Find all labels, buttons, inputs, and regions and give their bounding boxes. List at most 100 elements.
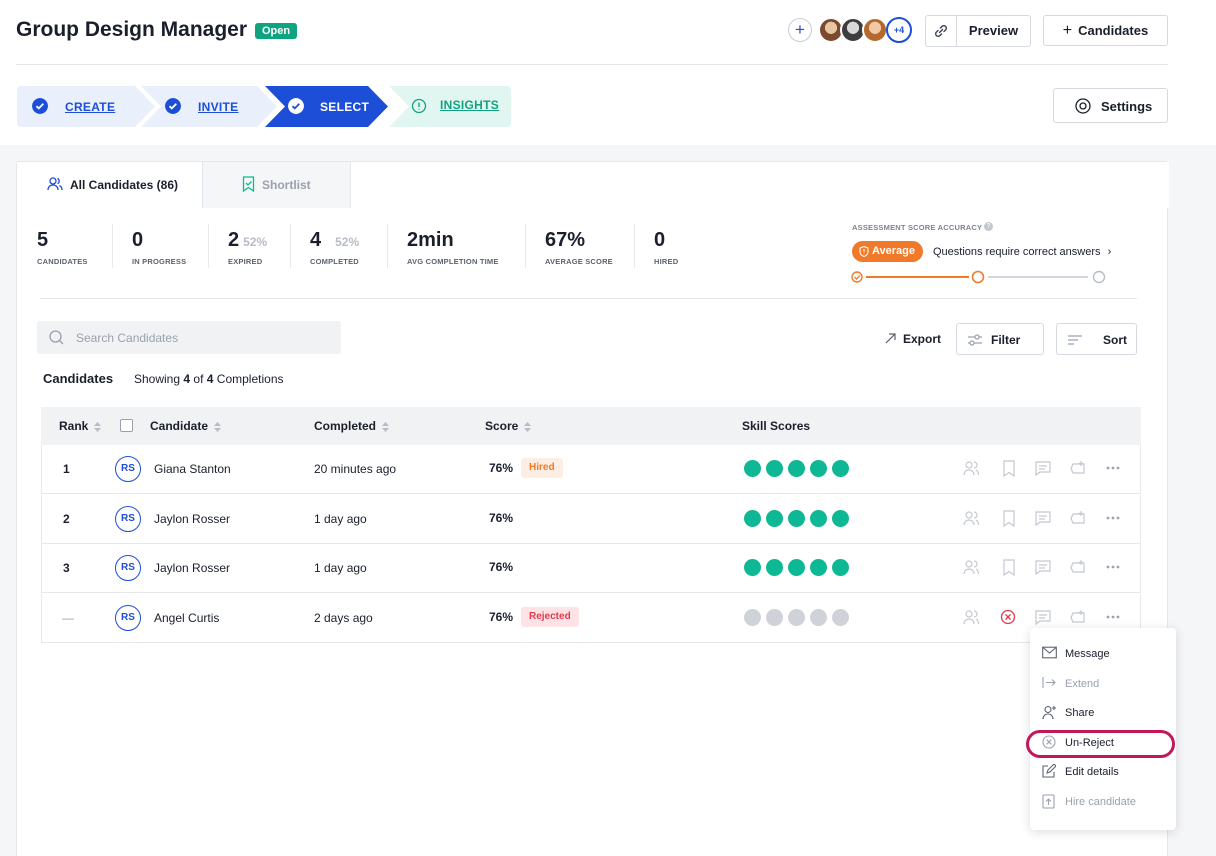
stat-label: AVERAGE SCORE xyxy=(545,257,613,266)
comment-icon[interactable] xyxy=(1035,460,1052,477)
stat-hired: 0 HIRED xyxy=(654,229,678,266)
filter-button[interactable]: Filter xyxy=(956,323,1044,355)
compare-users-icon[interactable] xyxy=(963,460,980,477)
column-completed[interactable]: Completed xyxy=(314,419,390,433)
link-icon xyxy=(935,25,947,37)
skill-dot xyxy=(832,509,849,527)
comment-icon[interactable] xyxy=(1035,559,1052,576)
more-horizontal-icon[interactable] xyxy=(1105,460,1122,477)
row-actions xyxy=(962,509,1122,530)
header-divider xyxy=(16,64,1168,65)
table-row[interactable]: 2 RS Jaylon Rosser 1 day ago 76% xyxy=(41,494,1141,544)
menu-item-extend[interactable]: Extend xyxy=(1030,671,1176,697)
avatar: RS xyxy=(115,555,141,581)
copy-link-button[interactable] xyxy=(926,16,957,46)
rank-cell: 1 xyxy=(63,462,70,476)
step-select[interactable]: SELECT xyxy=(265,86,388,127)
row-actions xyxy=(962,559,1122,579)
sort-caret-icon xyxy=(382,421,390,432)
more-horizontal-icon[interactable] xyxy=(1105,510,1122,527)
search-placeholder: Search Candidates xyxy=(76,331,179,345)
bookmark-icon[interactable] xyxy=(1001,460,1018,477)
comment-icon[interactable] xyxy=(1035,510,1052,527)
step-label: INSIGHTS xyxy=(440,98,500,112)
skill-dot xyxy=(766,559,783,576)
table-row[interactable]: — RS Angel Curtis 2 days ago 76% Rejected xyxy=(41,593,1141,643)
accuracy-description-link[interactable]: Questions require correct answers › xyxy=(933,246,1111,258)
column-rank[interactable]: Rank xyxy=(59,419,102,433)
stat-value: 2 52% xyxy=(228,229,268,251)
score-value: 76% xyxy=(489,510,514,525)
table-header: Rank Candidate Completed Score Skill Sco… xyxy=(41,407,1141,445)
stat-divider xyxy=(112,224,113,268)
stat-percent: 52% xyxy=(335,235,360,249)
add-candidates-button[interactable]: + Candidates xyxy=(1043,15,1168,46)
score-value: 76% xyxy=(489,461,514,475)
step-invite[interactable]: INVITE xyxy=(141,86,277,127)
accuracy-slider[interactable] xyxy=(851,270,1107,284)
stat-label: HIRED xyxy=(654,257,679,266)
skill-dot xyxy=(788,509,805,527)
tab-label: All Candidates (86) xyxy=(70,178,179,192)
bookmark-icon[interactable] xyxy=(1001,559,1018,576)
skill-dot xyxy=(788,559,805,576)
compare-users-icon[interactable] xyxy=(963,609,980,626)
score-value: 76% xyxy=(489,560,514,574)
rank-cell: — xyxy=(62,610,74,625)
menu-item-share[interactable]: Share xyxy=(1030,700,1176,726)
add-collaborator-button[interactable]: + xyxy=(788,18,812,42)
tag-icon[interactable] xyxy=(1070,609,1087,626)
tag-icon[interactable] xyxy=(1070,559,1087,576)
column-score[interactable]: Score xyxy=(485,419,532,433)
sort-caret-icon xyxy=(524,421,532,432)
candidates-card: All Candidates (86) Shortlist 5 CANDIDAT… xyxy=(16,161,1169,856)
table-row[interactable]: 1 RS Giana Stanton 20 minutes ago 76% Hired xyxy=(41,445,1141,494)
column-candidate[interactable]: Candidate xyxy=(150,419,222,433)
settings-label: Settings xyxy=(1101,99,1153,114)
arrow-up-right-icon xyxy=(885,333,896,344)
stat-avg-completion: 2min AVG COMPLETION TIME xyxy=(407,229,499,266)
check-circle-icon xyxy=(32,98,48,114)
sort-caret-icon xyxy=(94,421,102,432)
tab-all-candidates[interactable]: All Candidates (86) xyxy=(17,162,203,208)
sort-button[interactable]: Sort xyxy=(1056,323,1137,355)
skill-dot xyxy=(766,460,783,477)
menu-item-message[interactable]: Message xyxy=(1030,641,1176,667)
compare-users-icon[interactable] xyxy=(963,510,980,527)
shield-icon xyxy=(859,246,869,257)
stat-divider xyxy=(387,224,388,268)
comment-icon[interactable] xyxy=(1035,609,1052,626)
search-icon xyxy=(49,330,64,345)
preview-button[interactable]: Preview xyxy=(957,16,1030,46)
step-insights[interactable]: INSIGHTS xyxy=(389,86,511,127)
completed-time: 1 day ago xyxy=(314,511,367,526)
more-horizontal-icon[interactable] xyxy=(1105,559,1122,576)
skill-dot xyxy=(810,608,827,626)
step-create[interactable]: CREATE xyxy=(17,86,155,127)
mail-icon xyxy=(1042,646,1057,659)
table-row[interactable]: 3 RS Jaylon Rosser 1 day ago 76% xyxy=(41,544,1141,593)
settings-button[interactable]: Settings xyxy=(1053,88,1168,123)
more-collaborators-badge[interactable]: +4 xyxy=(886,17,912,43)
reject-circle-x-icon[interactable] xyxy=(1000,609,1017,626)
menu-item-edit-details[interactable]: Edit details xyxy=(1030,759,1176,785)
help-icon[interactable]: ? xyxy=(984,222,993,231)
menu-item-hire-candidate[interactable]: Hire candidate xyxy=(1030,789,1176,815)
avatar: RS xyxy=(115,456,141,482)
bookmark-icon[interactable] xyxy=(1001,509,1018,527)
more-horizontal-icon[interactable] xyxy=(1105,609,1122,626)
select-all-checkbox[interactable] xyxy=(120,419,133,432)
chevron-right-icon: › xyxy=(1107,246,1112,258)
completed-time: 2 days ago xyxy=(314,610,373,625)
search-input[interactable]: Search Candidates xyxy=(37,321,341,354)
skill-dot xyxy=(744,608,761,626)
tag-icon[interactable] xyxy=(1070,460,1087,477)
compare-users-icon[interactable] xyxy=(963,559,980,576)
rank-cell: 3 xyxy=(63,561,70,575)
tab-shortlist[interactable]: Shortlist xyxy=(203,162,351,208)
rank-cell: 2 xyxy=(63,511,70,526)
stat-average-score: 67% AVERAGE SCORE xyxy=(545,229,613,266)
stat-completed: 4 52% COMPLETED xyxy=(310,229,359,266)
tag-icon[interactable] xyxy=(1070,510,1087,527)
skill-dot xyxy=(744,509,761,527)
